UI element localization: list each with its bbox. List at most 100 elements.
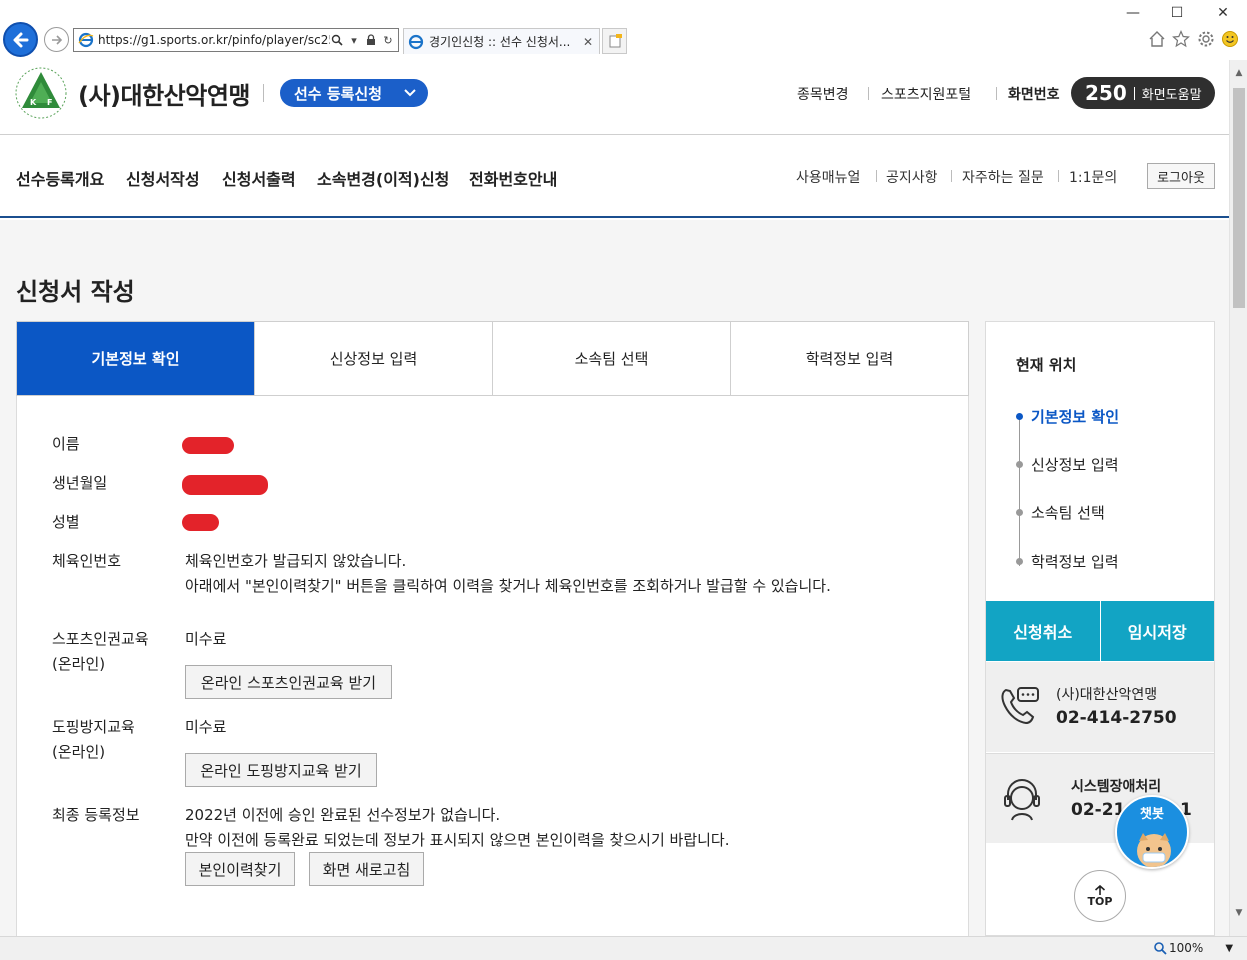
back-button[interactable] (3, 22, 38, 57)
zoom-control[interactable]: 100% ▼ (1153, 941, 1233, 955)
arrow-up-icon (1094, 884, 1106, 895)
step-tabs: 기본정보 확인 신상정보 입력 소속팀 선택 학력정보 입력 (16, 321, 969, 396)
forward-button[interactable] (44, 27, 69, 52)
back-arrow-icon (13, 32, 28, 47)
step-tab-education[interactable]: 학력정보 입력 (731, 322, 968, 395)
athlete-number-guide: 아래에서 "본인이력찾기" 버튼을 클릭하여 이력을 찾거나 체육인번호를 조회… (185, 577, 831, 595)
rights-education-status: 미수료 (185, 630, 227, 648)
current-location-title: 현재 위치 (1016, 356, 1077, 374)
phone-chat-icon (1001, 687, 1039, 725)
doping-education-sublabel: (온라인) (52, 743, 106, 761)
doping-education-label: 도핑방지교육 (52, 718, 135, 736)
doping-education-status: 미수료 (185, 718, 227, 736)
step-tab-basic-info[interactable]: 기본정보 확인 (17, 322, 255, 395)
tab-ie-icon (408, 34, 424, 49)
location-dot (1016, 558, 1023, 565)
divider (868, 87, 869, 100)
logout-button[interactable]: 로그아웃 (1147, 163, 1215, 189)
location-education[interactable]: 학력정보 입력 (1031, 551, 1119, 572)
step-tab-team[interactable]: 소속팀 선택 (493, 322, 731, 395)
page-title: 신청서 작성 (16, 278, 135, 306)
tab-title: 경기인신청 :: 선수 신청서... (429, 35, 571, 49)
location-basic-info[interactable]: 기본정보 확인 (1031, 406, 1119, 427)
temp-save-button[interactable]: 임시저장 (1099, 601, 1215, 661)
status-bar: 100% ▼ (0, 936, 1247, 960)
close-window-icon[interactable]: ✕ (1213, 5, 1233, 21)
link-sports-portal[interactable]: 스포츠지원포털 (881, 84, 971, 104)
divider (1058, 170, 1059, 182)
chatbot-mascot-icon (1137, 833, 1171, 867)
screen-number-label: 화면번호 (1008, 87, 1060, 103)
contact-federation-phone: 02-414-2750 (1056, 708, 1177, 728)
link-inquiry[interactable]: 1:1문의 (1069, 167, 1117, 187)
maximize-icon[interactable]: ☐ (1167, 5, 1187, 21)
headset-agent-icon (1004, 779, 1040, 821)
link-faq[interactable]: 자주하는 질문 (962, 167, 1044, 187)
nav-item-application[interactable]: 신청서작성 (126, 166, 200, 190)
browser-tab[interactable]: 경기인신청 :: 선수 신청서... ✕ (403, 28, 600, 54)
settings-gear-icon[interactable] (1196, 29, 1216, 49)
ie-logo-icon (78, 32, 94, 48)
scroll-down-icon[interactable]: ▼ (1230, 908, 1247, 924)
find-history-button[interactable]: 본인이력찾기 (185, 852, 295, 886)
tab-close-icon[interactable]: ✕ (583, 35, 599, 49)
name-label: 이름 (52, 435, 80, 453)
refresh-icon[interactable]: ↻ (381, 33, 395, 47)
link-notice[interactable]: 공지사항 (886, 167, 938, 187)
lock-icon[interactable] (364, 33, 378, 47)
search-icon[interactable] (330, 33, 344, 47)
screen-help-label: 화면도움말 (1141, 87, 1202, 103)
zoom-dropdown-icon[interactable]: ▼ (1225, 943, 1233, 954)
location-personal-info[interactable]: 신상정보 입력 (1031, 454, 1119, 475)
register-menu-label: 선수 등록신청 (294, 84, 383, 103)
action-buttons: 신청취소 임시저장 (986, 601, 1214, 661)
doping-education-button[interactable]: 온라인 도핑방지교육 받기 (185, 753, 377, 787)
redacted-birthdate (182, 475, 268, 495)
smiley-feedback-icon[interactable] (1220, 29, 1240, 49)
address-bar[interactable]: https://g1.sports.or.kr/pinfo/player/sc2… (73, 28, 399, 52)
nav-item-overview[interactable]: 선수등록개요 (16, 166, 104, 190)
svg-text:F: F (47, 98, 52, 107)
main-nav: 선수등록개요 신청서작성 신청서출력 소속변경(이적)신청 전화번호안내 사용매… (0, 135, 1229, 218)
org-name[interactable]: (사)대한산악연맹 (78, 76, 251, 111)
screen-number: 250 (1085, 81, 1127, 105)
rights-education-button[interactable]: 온라인 스포츠인권교육 받기 (185, 665, 392, 699)
register-menu-dropdown[interactable]: 선수 등록신청 (280, 79, 428, 107)
contact-federation-name: (사)대한산악연맹 (1056, 687, 1158, 703)
scroll-top-button[interactable]: TOP (1074, 870, 1126, 922)
rights-education-label: 스포츠인권교육 (52, 630, 149, 648)
location-timeline (1019, 416, 1020, 566)
kaf-logo-icon[interactable]: K F (15, 67, 67, 119)
site-header: K F (사)대한산악연맹 선수 등록신청 종목변경 스포츠지원포털 화면번호 … (0, 60, 1229, 135)
scroll-up-icon[interactable]: ▲ (1230, 68, 1247, 84)
new-tab-icon (609, 34, 622, 48)
minimize-icon[interactable]: — (1123, 5, 1143, 21)
final-registration-guide: 만약 이전에 등록완료 되었는데 정보가 표시되지 않으면 본인이력을 찾으시기… (185, 831, 730, 849)
refresh-screen-button[interactable]: 화면 새로고침 (309, 852, 424, 886)
athlete-number-message: 체육인번호가 발급되지 않았습니다. (185, 552, 407, 570)
nav-item-phone-guide[interactable]: 전화번호안내 (469, 166, 557, 190)
link-manual[interactable]: 사용매뉴얼 (796, 167, 860, 187)
contact-federation: (사)대한산악연맹 02-414-2750 (986, 662, 1214, 752)
divider (996, 87, 997, 100)
nav-item-transfer[interactable]: 소속변경(이적)신청 (317, 166, 449, 190)
chevron-down-icon (404, 89, 416, 97)
web-page: K F (사)대한산악연맹 선수 등록신청 종목변경 스포츠지원포털 화면번호 … (0, 60, 1229, 936)
link-change-sport[interactable]: 종목변경 (797, 84, 849, 104)
step-tab-personal-info[interactable]: 신상정보 입력 (255, 322, 493, 395)
address-url[interactable]: https://g1.sports.or.kr/pinfo/player/sc2… (98, 33, 330, 47)
home-icon[interactable] (1147, 29, 1167, 49)
zoom-level: 100% (1169, 941, 1204, 955)
favorites-star-icon[interactable] (1171, 29, 1191, 49)
final-registration-message: 2022년 이전에 승인 완료된 선수정보가 없습니다. (185, 806, 501, 824)
scroll-thumb[interactable] (1233, 88, 1245, 308)
dropdown-arrow-icon[interactable]: ▾ (347, 33, 361, 47)
location-dot (1016, 413, 1023, 420)
location-team[interactable]: 소속팀 선택 (1031, 502, 1105, 523)
vertical-scrollbar[interactable]: ▲ ▼ (1229, 60, 1247, 936)
nav-item-print[interactable]: 신청서출력 (222, 166, 296, 190)
chatbot-button[interactable]: 챗봇 (1115, 795, 1189, 869)
new-tab-button[interactable] (602, 28, 627, 54)
screen-help-button[interactable]: 250 화면도움말 (1071, 77, 1215, 109)
cancel-application-button[interactable]: 신청취소 (986, 601, 1100, 661)
